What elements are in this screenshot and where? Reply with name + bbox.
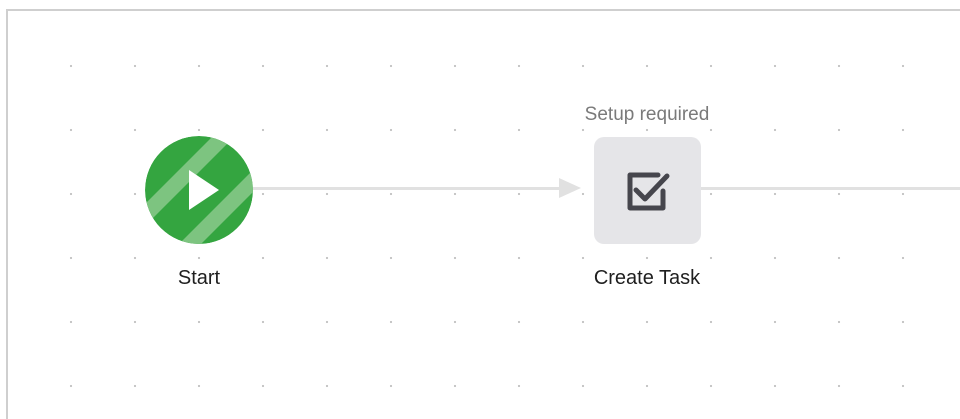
workflow-canvas[interactable]: Start Setup required Create Task (6, 9, 960, 419)
start-node-label: Start (177, 267, 221, 289)
setup-required-label: Setup required (584, 104, 710, 125)
create-task-node[interactable] (594, 137, 701, 244)
connector-start-to-task (253, 187, 573, 190)
start-node[interactable] (145, 136, 253, 244)
connector-task-outgoing (701, 187, 960, 190)
create-task-label: Create Task (593, 267, 701, 289)
play-icon (145, 136, 253, 244)
connector-arrow-icon (559, 178, 581, 198)
checkbox-icon (627, 172, 669, 210)
